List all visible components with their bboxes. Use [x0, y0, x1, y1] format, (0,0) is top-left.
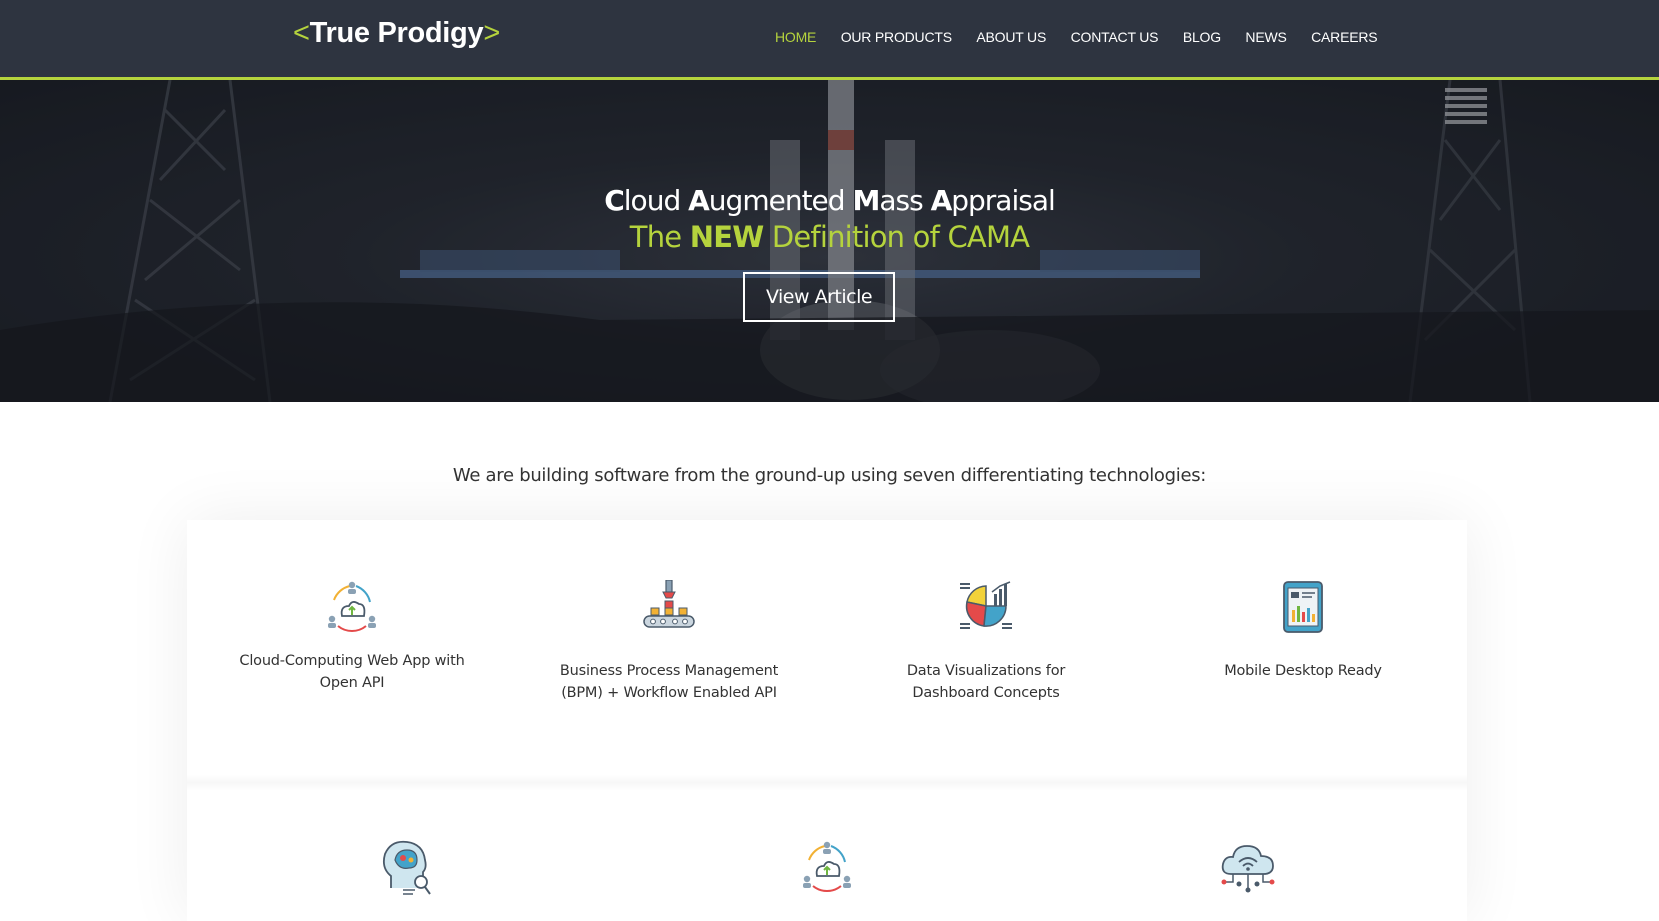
feature-cloud-network-2[interactable] [687, 840, 967, 896]
feature-data-visualizations[interactable]: Data Visualizations for Dashboard Concept… [846, 580, 1126, 704]
feature-label: Data Visualizations for Dashboard Concept… [906, 663, 1066, 701]
feature-label: Business Process Management (BPM) + Workf… [559, 663, 779, 701]
main-menu: HOME OUR PRODUCTS ABOUT US CONTACT US BL… [775, 29, 1402, 45]
feature-label: Mobile Desktop Ready [1224, 663, 1382, 679]
intro-text: We are building software from the ground… [452, 465, 1207, 486]
view-article-button[interactable]: View Article [743, 272, 895, 322]
nav-home[interactable]: HOME [775, 29, 816, 45]
tablet-dashboard-icon [1283, 581, 1323, 633]
cloud-network-icon [328, 581, 376, 633]
feature-cloud-computing[interactable]: Cloud-Computing Web App with Open API [212, 580, 492, 694]
cloud-network-icon [803, 841, 851, 893]
hero-title: Cloud Augmented Mass Appraisal [604, 184, 1056, 217]
feature-bpm-workflow[interactable]: Business Process Management (BPM) + Workf… [529, 580, 809, 704]
nav-blog[interactable]: BLOG [1183, 29, 1221, 45]
features-panel: Cloud-Computing Web App with Open API Bus… [187, 520, 1467, 921]
ai-head-icon [382, 840, 431, 895]
hero-subtitle: The NEW Definition of CAMA [629, 220, 1030, 254]
feature-ai[interactable] [265, 838, 545, 900]
feature-label: Cloud-Computing Web App with Open API [239, 653, 465, 691]
nav-careers[interactable]: CAREERS [1311, 29, 1377, 45]
pie-chart-icon [960, 581, 1012, 629]
brand-logo[interactable]: <True Prodigy> [293, 17, 500, 50]
cloud-wifi-icon [1221, 845, 1275, 893]
brand-bracket-close: > [483, 17, 500, 49]
top-navbar: <True Prodigy> HOME OUR PRODUCTS ABOUT U… [0, 0, 1659, 80]
nav-about-us[interactable]: ABOUT US [976, 29, 1046, 45]
brand-name: True Prodigy [309, 17, 484, 49]
nav-contact-us[interactable]: CONTACT US [1071, 29, 1159, 45]
feature-mobile-desktop[interactable]: Mobile Desktop Ready [1163, 580, 1443, 682]
nav-news[interactable]: NEWS [1245, 29, 1286, 45]
workflow-conveyor-icon [643, 580, 695, 628]
brand-bracket-open: < [293, 17, 310, 49]
nav-our-products[interactable]: OUR PRODUCTS [841, 29, 952, 45]
hero-banner: Cloud Augmented Mass Appraisal The NEW D… [0, 80, 1659, 402]
feature-cloud-wifi[interactable] [1108, 840, 1388, 894]
